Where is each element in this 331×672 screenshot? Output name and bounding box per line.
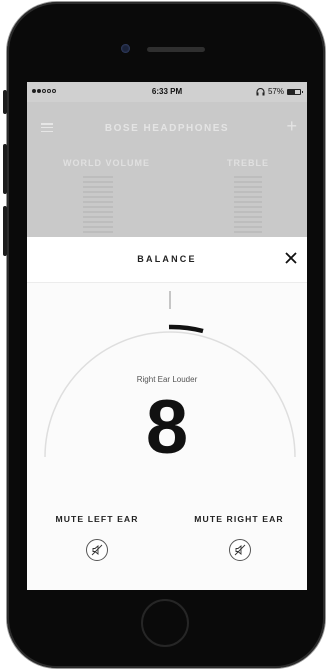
mute-right-ear-label: MUTE RIGHT EAR (194, 514, 284, 524)
dial-indicator[interactable] (168, 324, 204, 334)
battery-percent: 57% (267, 87, 284, 96)
silent-switch (3, 90, 7, 114)
earpiece-speaker (147, 47, 205, 52)
mute-left-ear-button[interactable] (86, 539, 108, 561)
balance-value: 8 (145, 385, 189, 470)
speaker-muted-icon (91, 544, 103, 556)
world-volume-slider (83, 176, 113, 236)
close-button[interactable] (283, 250, 299, 266)
balance-caption: Right Ear Louder (136, 375, 198, 384)
mute-left-ear-label: MUTE LEFT EAR (55, 514, 139, 524)
volume-down-button (3, 206, 7, 256)
status-right: 57% (256, 87, 303, 96)
front-camera (121, 44, 130, 53)
mute-right-ear-button[interactable] (229, 539, 251, 561)
speaker-muted-icon (234, 544, 246, 556)
treble-label: TREBLE (227, 158, 269, 168)
background-app-title: BOSE HEADPHONES (104, 123, 230, 134)
home-button[interactable] (141, 599, 189, 647)
status-bar: 6:33 PM 57% (27, 82, 307, 102)
treble-slider (234, 176, 262, 236)
battery-icon (287, 88, 303, 95)
headphones-icon (256, 87, 265, 95)
plus-icon: + (286, 116, 297, 136)
balance-sheet: BALANCE Right Ear Louder 8 MUTE LEFT EAR… (27, 237, 307, 590)
balance-header: BALANCE (27, 237, 307, 283)
balance-title: BALANCE (137, 254, 197, 264)
close-icon (285, 252, 297, 264)
background-app: BOSE HEADPHONES + WORLD VOLUME TREBLE (27, 102, 307, 237)
volume-up-button (3, 144, 7, 194)
phone-screen: 6:33 PM 57% BOSE HEADPHONES + WORLD VOLU… (27, 82, 307, 590)
world-volume-label: WORLD VOLUME (63, 158, 150, 168)
